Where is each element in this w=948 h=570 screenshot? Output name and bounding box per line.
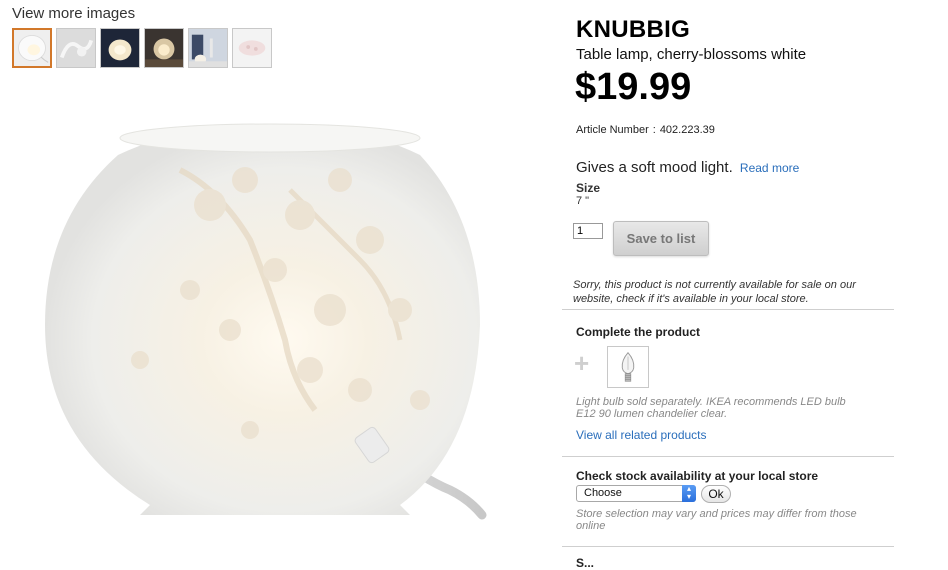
- ok-button[interactable]: Ok: [701, 485, 731, 503]
- product-info-panel: KNUBBIG Table lamp, cherry-blossoms whit…: [560, 0, 900, 570]
- view-all-related-link[interactable]: View all related products: [576, 428, 707, 442]
- quantity-input[interactable]: [573, 223, 603, 239]
- bulb-recommendation-note: Light bulb sold separately. IKEA recomme…: [576, 396, 846, 420]
- product-gallery: View more images: [0, 0, 540, 563]
- article-number-separator: :: [652, 124, 656, 136]
- thumbnail-lamp-detail[interactable]: [56, 28, 96, 68]
- store-select-value: Choose: [584, 487, 622, 499]
- availability-notice: Sorry, this product is not currently ava…: [573, 279, 856, 305]
- read-more-link[interactable]: Read more: [740, 161, 799, 175]
- thumbnail-lamp-pattern[interactable]: [232, 28, 272, 68]
- product-price: $19.99: [575, 66, 692, 108]
- article-number-value: 402.223.39: [659, 124, 715, 136]
- plus-icon: +: [574, 348, 590, 378]
- product-name: KNUBBIG: [576, 16, 691, 43]
- light-bulb-product[interactable]: [607, 346, 649, 388]
- section-divider: [562, 546, 894, 547]
- product-description: Table lamp, cherry-blossoms white: [576, 46, 807, 63]
- lamp-image: [45, 123, 487, 520]
- light-bulb-icon: [621, 351, 635, 382]
- product-tagline: Gives a soft mood light.: [576, 159, 733, 176]
- article-number-row: Article Number:402.223.39: [576, 124, 715, 136]
- thumbnail-strip: [12, 28, 272, 68]
- complete-product-title: Complete the product: [576, 325, 701, 339]
- thumbnail-lamp-room[interactable]: [188, 28, 228, 68]
- view-more-images-label: View more images: [12, 5, 136, 22]
- section-divider: [562, 309, 894, 310]
- main-product-image: [30, 110, 500, 550]
- store-selection-note: Store selection may vary and prices may …: [576, 508, 857, 532]
- section-divider: [562, 456, 894, 457]
- size-label: Size: [576, 181, 601, 195]
- thumbnail-lamp-glow[interactable]: [144, 28, 184, 68]
- article-number-label: Article Number: [576, 124, 649, 136]
- select-arrows-icon: ▴ ▾: [682, 485, 696, 502]
- thumbnail-lamp-lit[interactable]: [100, 28, 140, 68]
- size-value: 7 ": [576, 195, 590, 207]
- stock-check-title: Check stock availability at your local s…: [576, 469, 819, 483]
- save-to-list-button[interactable]: Save to list: [613, 221, 709, 256]
- thumbnail-lamp-front[interactable]: [12, 28, 52, 68]
- next-section-title: S...: [576, 556, 595, 570]
- product-tagline-row: Gives a soft mood light. Read more: [576, 159, 799, 176]
- store-select[interactable]: Choose ▴ ▾: [576, 485, 696, 502]
